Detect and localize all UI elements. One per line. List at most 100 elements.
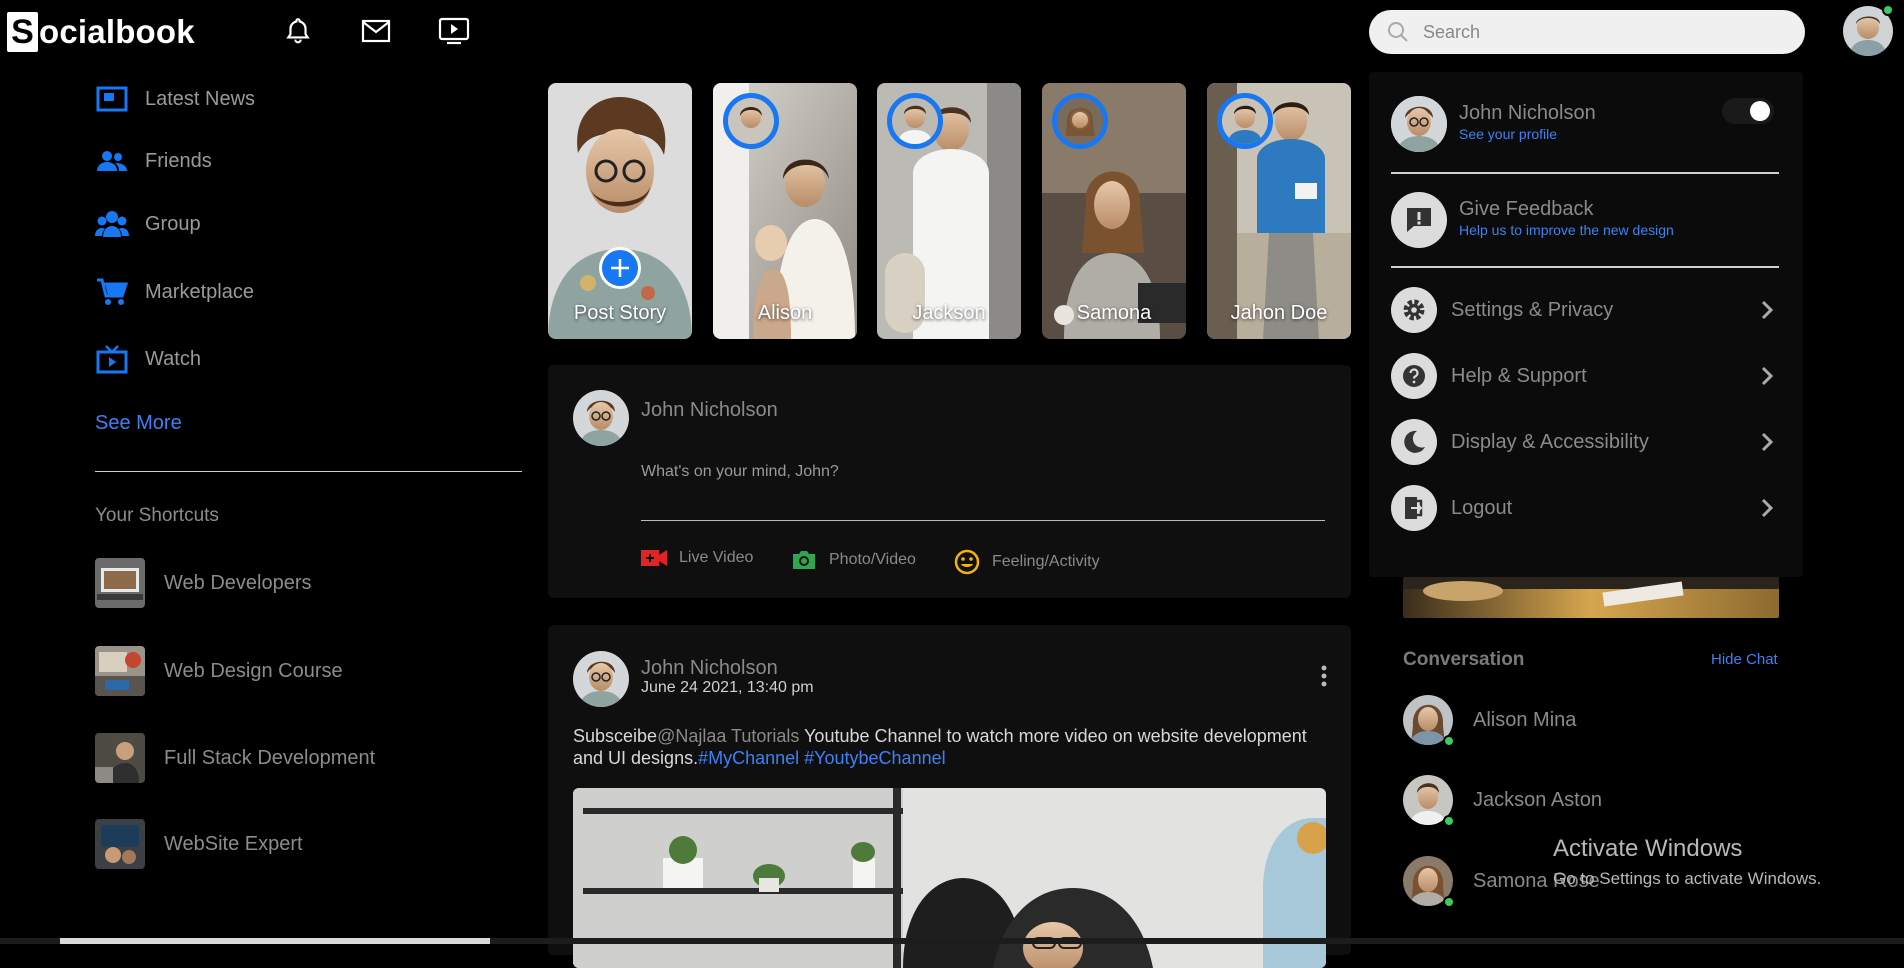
- contact-jackson-aston[interactable]: Jackson Aston: [1403, 775, 1602, 827]
- friends-icon: [95, 144, 129, 178]
- menu-item-label: Help & Support: [1451, 364, 1587, 387]
- shortcut-thumbnail: [95, 819, 145, 869]
- composer-user-name: John Nicholson: [641, 399, 778, 421]
- display-accessibility-item[interactable]: Display & Accessibility: [1391, 419, 1649, 465]
- story-image: [548, 83, 692, 339]
- chevron-right-icon: [1757, 298, 1777, 322]
- camera-icon: [791, 549, 817, 571]
- see-more-link[interactable]: See More: [95, 412, 182, 435]
- shortcut-full-stack[interactable]: Full Stack Development: [95, 733, 375, 783]
- story-samona[interactable]: Samona: [1042, 83, 1186, 339]
- sidebar-item-label: Group: [145, 212, 201, 235]
- sidebar-divider: [95, 471, 522, 472]
- sidebar-item-label: Latest News: [145, 87, 256, 110]
- online-indicator: [1882, 4, 1894, 16]
- feedback-icon: [1391, 192, 1447, 248]
- bell-icon[interactable]: [281, 14, 315, 48]
- story-avatar: [723, 93, 779, 149]
- sidebar-item-label: Watch: [145, 347, 201, 370]
- mail-icon[interactable]: [359, 14, 393, 48]
- action-label: Live Video: [679, 549, 754, 566]
- search-input[interactable]: [1423, 21, 1783, 43]
- sponsored-image[interactable]: [1403, 577, 1779, 618]
- menu-item-label: Logout: [1451, 496, 1513, 519]
- hide-chat-link[interactable]: Hide Chat: [1711, 651, 1778, 668]
- dropdown-divider: [1391, 172, 1779, 174]
- activate-windows-watermark: Activate Windows Go to Settings to activ…: [1553, 835, 1821, 889]
- shortcut-thumbnail: [95, 733, 145, 783]
- smiley-icon: [954, 549, 980, 575]
- logout-item[interactable]: Logout: [1391, 485, 1512, 531]
- post-author-avatar[interactable]: [573, 651, 629, 707]
- settings-privacy-item[interactable]: Settings & Privacy: [1391, 287, 1613, 333]
- profile-link[interactable]: John Nicholson See your profile: [1391, 96, 1596, 152]
- group-icon: [95, 207, 129, 241]
- post-timestamp: June 24 2021, 13:40 pm: [641, 679, 814, 696]
- logo[interactable]: S ocialbook: [7, 12, 195, 52]
- watermark-title: Activate Windows: [1553, 835, 1743, 862]
- sidebar-item-watch[interactable]: Watch: [95, 339, 201, 379]
- story-post-story[interactable]: Post Story: [548, 83, 692, 339]
- action-label: Photo/Video: [829, 551, 916, 568]
- shortcut-web-developers[interactable]: Web Developers: [95, 558, 311, 608]
- shortcut-thumbnail: [95, 646, 145, 696]
- see-profile-link[interactable]: See your profile: [1459, 126, 1596, 142]
- shortcut-website-expert[interactable]: WebSite Expert: [95, 819, 303, 869]
- online-indicator: [1443, 815, 1455, 827]
- profile-name: John Nicholson: [1459, 102, 1596, 124]
- photo-video-button[interactable]: Photo/Video: [791, 549, 916, 571]
- profile-dropdown-menu: John Nicholson See your profile Give Fee…: [1369, 72, 1803, 577]
- gear-icon: [1391, 287, 1437, 333]
- search-bar[interactable]: [1369, 10, 1805, 54]
- conversation-heading: Conversation: [1403, 649, 1525, 670]
- feeling-activity-button[interactable]: Feeling/Activity: [954, 549, 1100, 575]
- sidebar-item-group[interactable]: Group: [95, 204, 201, 244]
- story-jackson[interactable]: Jackson: [877, 83, 1021, 339]
- horizontal-scrollbar[interactable]: [0, 938, 1904, 944]
- shortcut-web-design-course[interactable]: Web Design Course: [95, 646, 343, 696]
- add-story-button[interactable]: [599, 247, 641, 289]
- contact-avatar: [1403, 775, 1455, 827]
- online-indicator: [1443, 896, 1455, 908]
- post-composer: John Nicholson Live Video Photo/Video Fe…: [548, 365, 1351, 598]
- chevron-right-icon: [1757, 430, 1777, 454]
- contact-name: Jackson Aston: [1473, 788, 1602, 811]
- feedback-subtitle: Help us to improve the new design: [1459, 222, 1674, 238]
- hashtag-link[interactable]: #MyChannel: [698, 748, 799, 768]
- question-icon: [1391, 353, 1437, 399]
- sidebar-item-latest-news[interactable]: Latest News: [95, 79, 255, 119]
- help-support-item[interactable]: Help & Support: [1391, 353, 1587, 399]
- story-jahon-doe[interactable]: Jahon Doe: [1207, 83, 1351, 339]
- dark-mode-toggle[interactable]: [1722, 98, 1774, 124]
- story-alison[interactable]: Alison: [713, 83, 857, 339]
- give-feedback-item[interactable]: Give Feedback Help us to improve the new…: [1391, 192, 1674, 248]
- news-icon: [95, 82, 129, 116]
- shortcut-thumbnail: [95, 558, 145, 608]
- composer-textarea[interactable]: [641, 463, 1325, 521]
- sidebar-item-label: Marketplace: [145, 280, 254, 303]
- shortcut-label: WebSite Expert: [164, 832, 303, 855]
- video-play-icon[interactable]: [437, 14, 471, 48]
- feed-post: John Nicholson June 24 2021, 13:40 pm Su…: [548, 625, 1351, 968]
- post-body: Subsceibe@Najlaa Tutorials Youtube Chann…: [573, 725, 1313, 769]
- hashtag-link[interactable]: #YoutybeChannel: [799, 748, 945, 768]
- live-video-button[interactable]: Live Video: [641, 549, 753, 567]
- more-options-icon[interactable]: [1320, 665, 1328, 687]
- watermark-subtitle: Go to Settings to activate Windows.: [1553, 869, 1822, 888]
- tv-icon: [95, 342, 129, 376]
- logo-letter: S: [7, 12, 38, 52]
- feedback-title: Give Feedback: [1459, 198, 1594, 220]
- logo-text: ocialbook: [39, 13, 195, 50]
- story-name: Jackson: [912, 302, 986, 324]
- post-author-name[interactable]: John Nicholson: [641, 657, 778, 680]
- menu-item-label: Display & Accessibility: [1451, 430, 1649, 453]
- post-mention[interactable]: @Najlaa Tutorials: [657, 726, 799, 746]
- cart-icon: [95, 275, 129, 309]
- contact-alison-mina[interactable]: Alison Mina: [1403, 695, 1576, 747]
- live-video-icon: [641, 549, 667, 567]
- sidebar-item-marketplace[interactable]: Marketplace: [95, 272, 254, 312]
- story-name: Post Story: [573, 302, 667, 324]
- contact-avatar: [1403, 695, 1455, 747]
- sidebar-item-friends[interactable]: Friends: [95, 141, 212, 181]
- scrollbar-thumb[interactable]: [60, 938, 490, 944]
